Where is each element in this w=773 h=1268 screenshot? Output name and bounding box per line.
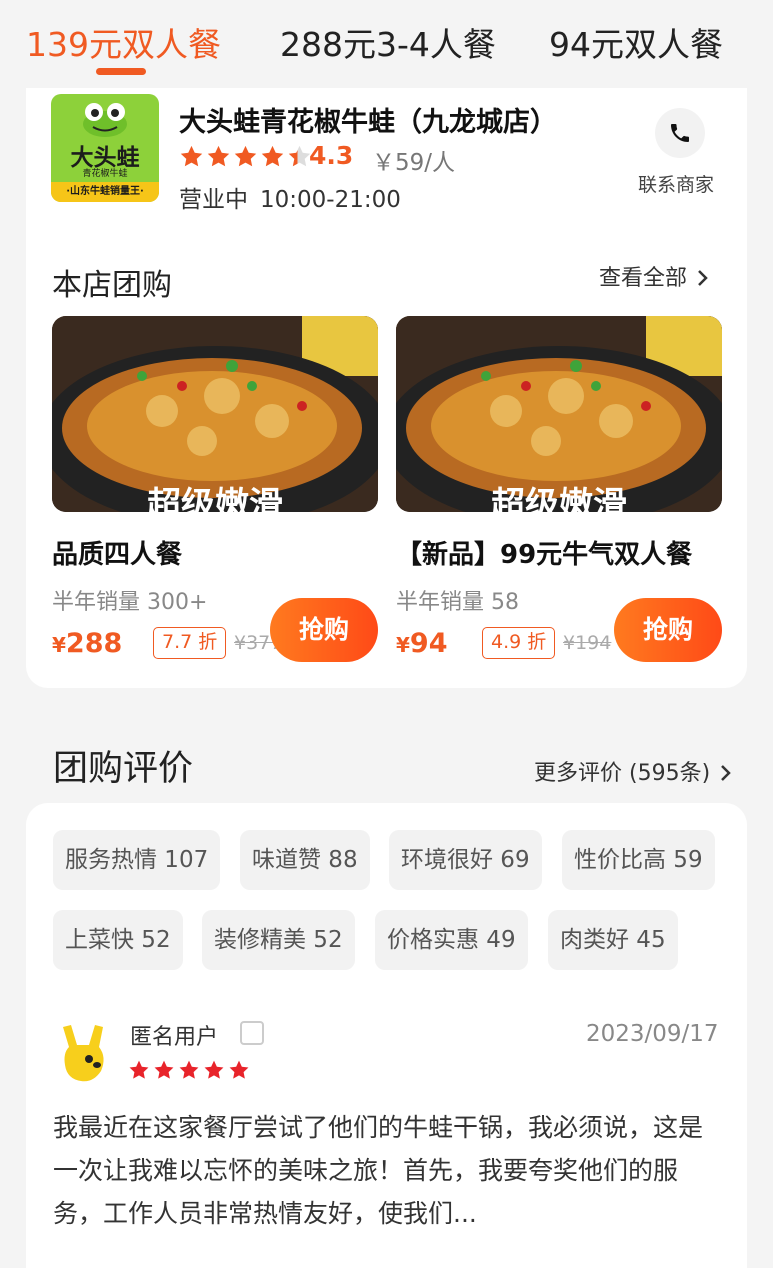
star-icon	[129, 1060, 149, 1079]
phone-icon	[671, 124, 689, 142]
currency-symbol: ¥	[52, 633, 66, 657]
review-date: 2023/09/17	[586, 1021, 719, 1047]
star-icon	[207, 145, 230, 167]
deal-image-caption: 超级嫩滑	[491, 485, 627, 512]
tab-288-family-meal[interactable]: 288元3-4人餐	[280, 18, 496, 66]
review-tag[interactable]: 肉类好 45	[548, 910, 678, 970]
review-rating-stars	[128, 1059, 250, 1081]
deal-title[interactable]: 【新品】99元牛气双人餐	[396, 534, 692, 571]
business-status: 营业中 10:00-21:00	[179, 180, 401, 214]
review-tag[interactable]: 服务热情 107	[53, 830, 221, 890]
price-per-person: ￥59/人	[372, 150, 456, 176]
review-tag[interactable]: 环境很好 69	[389, 830, 542, 890]
review-tag[interactable]: 价格实惠 49	[375, 910, 528, 970]
deal-title[interactable]: 品质四人餐	[52, 534, 182, 571]
deal-image[interactable]: 超级嫩滑	[396, 316, 722, 512]
tab-139-couple-meal[interactable]: 139元双人餐	[26, 18, 221, 66]
deal-price: ¥288	[52, 628, 122, 659]
deal-card[interactable]: 超级嫩滑 品质四人餐 半年销量 300+ ¥288 7.7 折 ¥377 抢购	[52, 316, 378, 662]
deal-discount-badge: 7.7 折	[153, 627, 227, 659]
deal-sales: 半年销量 300+	[52, 590, 208, 615]
more-reviews-label: 更多评价 (595条)	[534, 761, 711, 786]
store-logo[interactable]: 大头蛙 青花椒牛蛙 ·山东牛蛙销量王·	[51, 94, 159, 202]
buy-button[interactable]: 抢购	[270, 598, 378, 662]
user-avatar[interactable]	[57, 1023, 109, 1085]
store-rating-stars	[179, 144, 312, 169]
review-tag[interactable]: 装修精美 52	[202, 910, 355, 970]
deal-price-value: 288	[65, 628, 123, 659]
see-all-label: 查看全部	[599, 266, 688, 291]
star-icon	[261, 145, 284, 167]
store-name[interactable]: 大头蛙青花椒牛蛙（九龙城店）	[179, 100, 557, 139]
deal-image[interactable]: 超级嫩滑	[52, 316, 378, 512]
star-icon	[234, 145, 257, 167]
reviewer-name[interactable]: 匿名用户	[130, 1019, 218, 1051]
open-status: 营业中	[179, 187, 248, 213]
store-rating: 4.3	[309, 141, 354, 170]
review-tag[interactable]: 性价比高 59	[562, 830, 715, 890]
top-tab-bar: 139元双人餐 288元3-4人餐 94元双人餐	[0, 0, 773, 90]
currency-symbol: ¥	[396, 633, 410, 657]
star-icon	[229, 1060, 249, 1079]
more-reviews-link[interactable]: 更多评价 (595条)	[534, 755, 733, 787]
reviews-card: 服务热情 107 味道赞 88 环境很好 69 性价比高 59 上菜快 52 装…	[26, 803, 747, 1268]
star-icon	[154, 1060, 174, 1079]
deal-sales: 半年销量 58	[396, 590, 519, 615]
deal-image-caption: 超级嫩滑	[147, 485, 283, 512]
contact-merchant-button[interactable]	[655, 108, 705, 158]
tab-94-couple-meal[interactable]: 94元双人餐	[549, 18, 723, 66]
star-icon	[179, 1060, 199, 1079]
chevron-right-icon	[721, 765, 731, 781]
deal-discount-badge: 4.9 折	[482, 627, 556, 659]
contact-merchant-label[interactable]: 联系商家	[638, 170, 714, 197]
review-tag[interactable]: 味道赞 88	[240, 830, 370, 890]
review-text[interactable]: 我最近在这家餐厅尝试了他们的牛蛙干锅，我必须说，这是一次让我难以忘怀的美味之旅！…	[53, 1106, 723, 1235]
buy-button[interactable]: 抢购	[614, 598, 722, 662]
star-icon	[180, 145, 203, 167]
group-buy-section-title: 本店团购	[52, 268, 172, 303]
star-icon	[204, 1060, 224, 1079]
deal-original-price: ¥194	[563, 632, 612, 654]
see-all-deals-link[interactable]: 查看全部	[599, 260, 710, 292]
review-tag[interactable]: 上菜快 52	[53, 910, 183, 970]
store-card: 大头蛙 青花椒牛蛙 ·山东牛蛙销量王· 大头蛙青花椒牛蛙（九龙城店） 4.3 ￥…	[26, 88, 747, 688]
frog-icon	[83, 103, 127, 137]
user-level-icon	[240, 1021, 264, 1045]
deal-card[interactable]: 超级嫩滑 【新品】99元牛气双人餐 半年销量 58 ¥94 4.9 折 ¥194…	[396, 316, 722, 662]
business-hours: 10:00-21:00	[260, 187, 401, 213]
chevron-right-icon	[698, 270, 708, 286]
reviews-section-title: 团购评价	[53, 749, 194, 789]
logo-band-text: ·山东牛蛙销量王·	[51, 182, 159, 202]
active-tab-indicator	[96, 68, 146, 75]
deal-price: ¥94	[396, 628, 448, 659]
logo-subtitle: 青花椒牛蛙	[82, 169, 128, 179]
deal-price-value: 94	[409, 628, 448, 659]
